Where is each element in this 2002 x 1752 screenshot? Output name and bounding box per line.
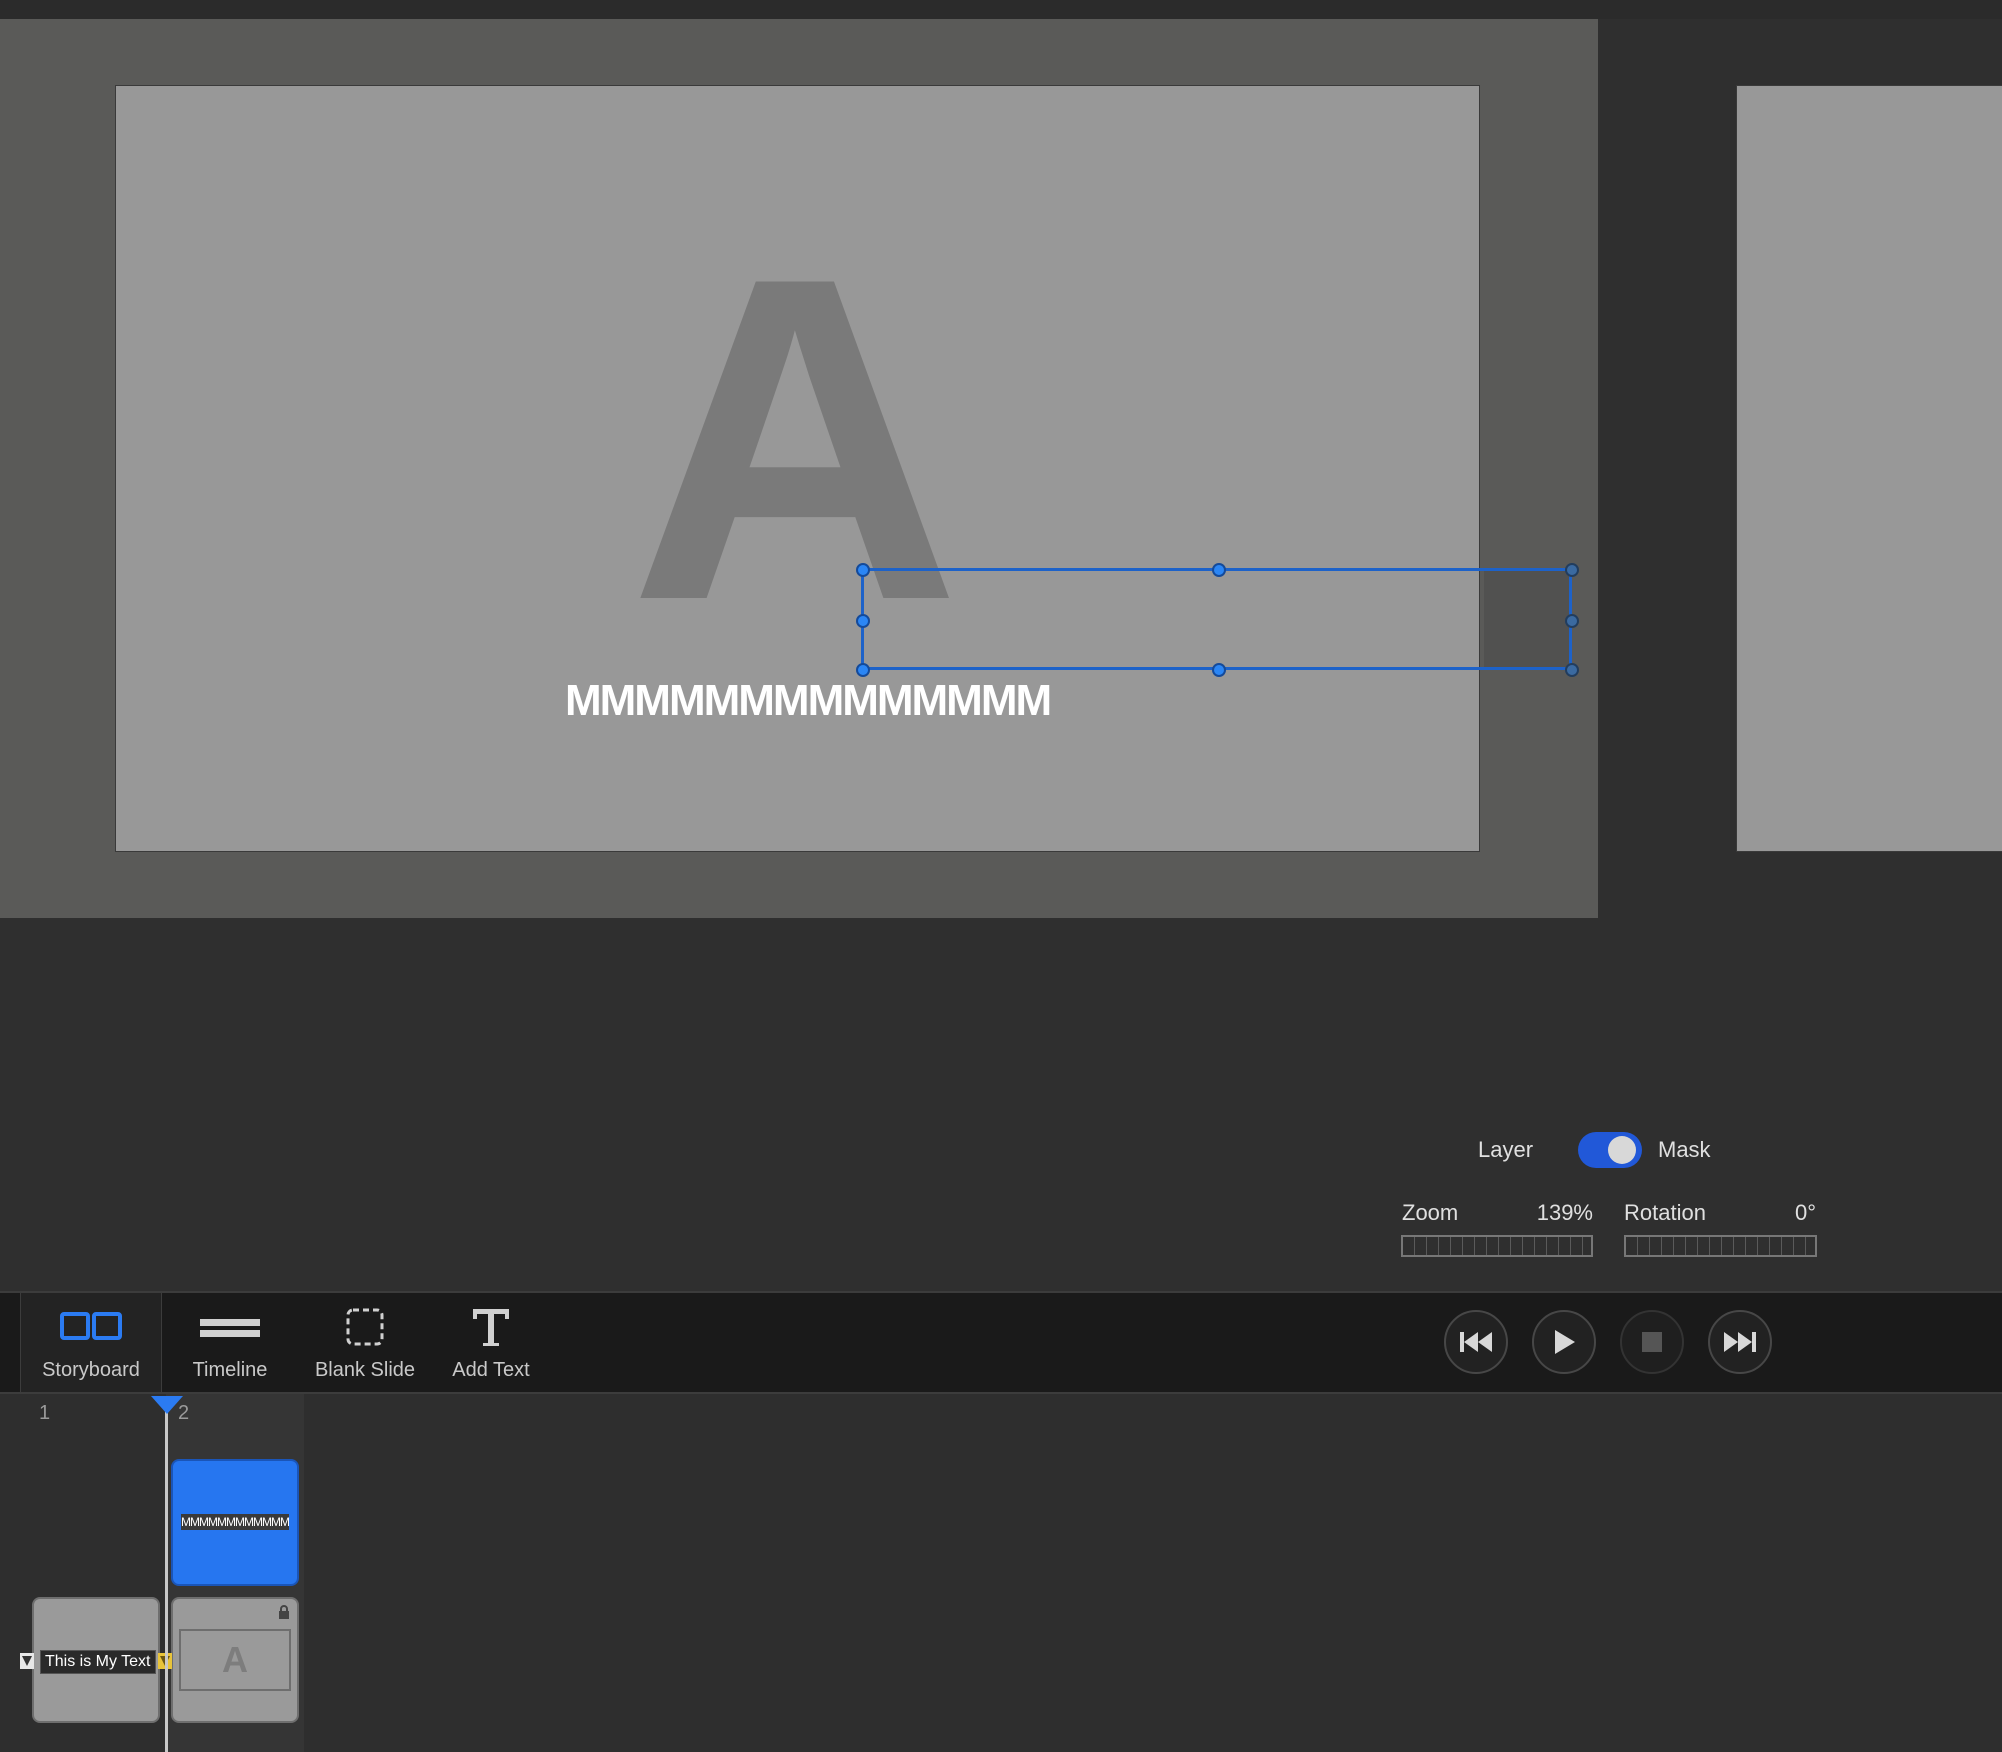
zoom-value: 139% <box>1536 1200 1593 1225</box>
image-clip[interactable]: A <box>171 1597 299 1723</box>
in-marker-icon[interactable] <box>20 1653 34 1669</box>
canvas-text-layer[interactable]: MMMMMMMMMMMMMM <box>565 676 1095 726</box>
resize-handle-top-right[interactable] <box>1565 563 1579 577</box>
storyboard-label: Storyboard <box>42 1359 140 1381</box>
layer-mask-toggle[interactable] <box>1578 1132 1642 1168</box>
skip-forward-icon <box>1724 1332 1756 1352</box>
blank-slide-icon <box>346 1308 384 1346</box>
play-icon <box>1555 1330 1575 1354</box>
stop-icon <box>1642 1332 1662 1352</box>
rotation-slider[interactable] <box>1624 1235 1817 1257</box>
selection-box[interactable] <box>856 563 1579 677</box>
text-clip-preview: MMMMMMMMMMMMMM <box>181 1514 289 1530</box>
zoom-label: Zoom <box>1402 1200 1459 1225</box>
text-clip-selected[interactable]: MMMMMMMMMMMMMM <box>171 1459 299 1586</box>
text-clip-label: This is My Text <box>40 1650 156 1674</box>
resize-handle-bottom[interactable] <box>1212 663 1226 677</box>
skip-back-button[interactable] <box>1444 1310 1508 1374</box>
image-clip-thumbnail: A <box>179 1629 291 1691</box>
add-text-button[interactable]: Add Text <box>440 1293 542 1392</box>
stop-button[interactable] <box>1620 1310 1684 1374</box>
resize-handle-left[interactable] <box>856 614 870 628</box>
resize-handle-top-left[interactable] <box>856 563 870 577</box>
slot-number-1: 1 <box>39 1402 51 1424</box>
next-slide-canvas[interactable] <box>1736 85 2002 852</box>
storyboard-icon <box>60 1312 122 1340</box>
rotation-value: 0° <box>1794 1200 1816 1225</box>
add-text-label: Add Text <box>452 1359 530 1381</box>
blank-slide-button[interactable]: Blank Slide <box>300 1293 430 1392</box>
selection-overflow-shade <box>1484 571 1569 667</box>
playhead-line[interactable] <box>165 1400 168 1752</box>
bottom-toolbar: Storyboard Timeline Blank Slide Add Text <box>0 1291 2002 1394</box>
resize-handle-top[interactable] <box>1212 563 1226 577</box>
blank-slide-label: Blank Slide <box>314 1359 416 1381</box>
layer-label: Layer <box>1478 1137 1534 1162</box>
resize-handle-right[interactable] <box>1565 614 1579 628</box>
storyboard-button[interactable]: Storyboard <box>20 1293 162 1392</box>
add-text-icon <box>473 1309 509 1346</box>
timeline-button[interactable]: Timeline <box>170 1293 290 1392</box>
play-button[interactable] <box>1532 1310 1596 1374</box>
zoom-slider[interactable] <box>1401 1235 1593 1257</box>
resize-handle-bottom-left[interactable] <box>856 663 870 677</box>
rotation-label: Rotation <box>1624 1200 1706 1225</box>
lock-icon <box>279 1605 289 1619</box>
toggle-knob <box>1608 1136 1636 1164</box>
mask-label: Mask <box>1658 1137 1711 1162</box>
timeline-label: Timeline <box>192 1359 268 1381</box>
resize-handle-bottom-right[interactable] <box>1565 663 1579 677</box>
top-strip <box>0 0 2002 19</box>
skip-forward-button[interactable] <box>1708 1310 1772 1374</box>
timeline-icon <box>200 1319 260 1337</box>
playhead-marker-icon[interactable] <box>151 1396 183 1414</box>
skip-back-icon <box>1460 1332 1492 1352</box>
